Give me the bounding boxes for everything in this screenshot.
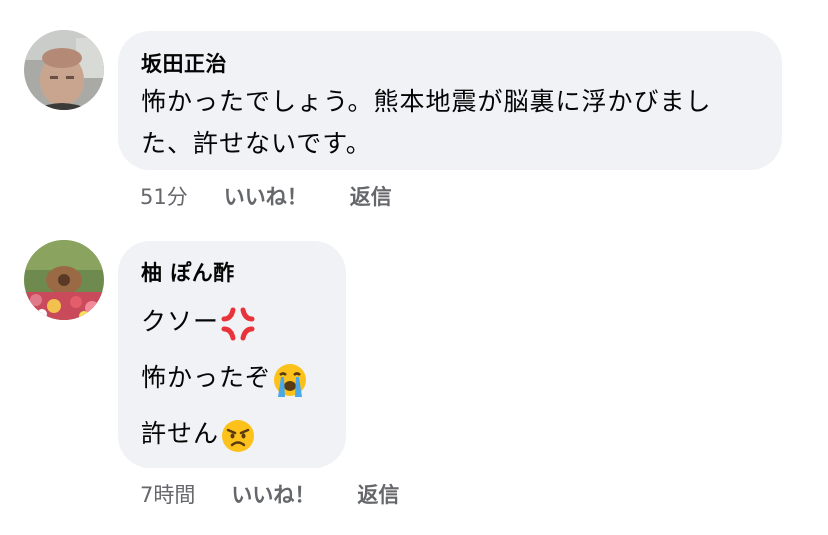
- comment-actions: 7時間 いいね！ 返信: [140, 479, 399, 509]
- comment-bubble: 柚 ぽん酢 クソー 怖かったぞ 許せん: [118, 241, 346, 468]
- like-button[interactable]: いいね！: [224, 181, 308, 211]
- comment-text: 怖かったぞ: [141, 363, 272, 392]
- timestamp[interactable]: 7時間: [140, 479, 195, 509]
- comment-text: クソー: [141, 307, 220, 336]
- timestamp[interactable]: 51分: [140, 181, 188, 211]
- reply-button[interactable]: 返信: [350, 181, 392, 211]
- comment-bubble: 坂田正治 怖かったでしょう。熊本地震が脳裏に浮かびまし た、許せないです。: [118, 31, 782, 170]
- comment-text-line: 怖かったぞ: [141, 350, 322, 406]
- avatar[interactable]: [24, 240, 104, 320]
- author-name[interactable]: 柚 ぽん酢: [141, 258, 322, 288]
- comment-text-line: 許せん: [141, 406, 322, 462]
- avatar[interactable]: [24, 30, 104, 110]
- loudly-crying-face-icon: [273, 361, 307, 397]
- comment-text-line: た、許せないです。: [141, 129, 372, 158]
- reply-button[interactable]: 返信: [357, 479, 399, 509]
- anger-symbol-icon: [221, 305, 255, 341]
- author-name[interactable]: 坂田正治: [141, 49, 758, 79]
- comment-actions: 51分 いいね！ 返信: [140, 181, 392, 211]
- comment-text: 許せん: [141, 419, 220, 448]
- comment-text-line: クソー: [141, 294, 322, 350]
- comment-text-line: 怖かったでしょう。熊本地震が脳裏に浮かびまし: [141, 87, 712, 116]
- like-button[interactable]: いいね！: [231, 479, 315, 509]
- angry-face-icon: [221, 417, 255, 452]
